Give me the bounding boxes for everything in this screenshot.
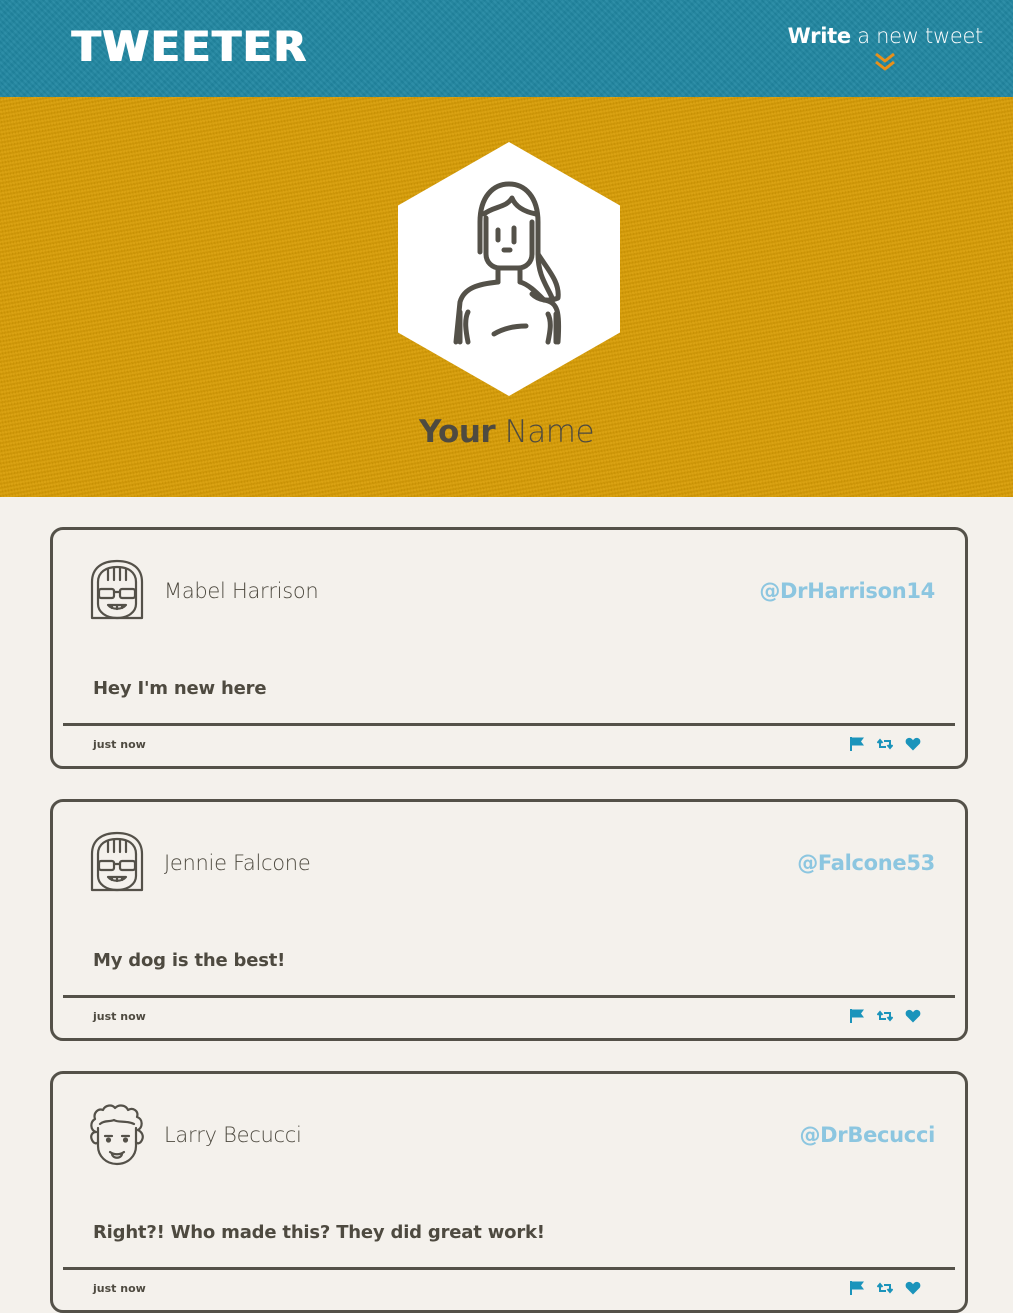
tweet-author-handle[interactable]: @DrBecucci (799, 1121, 935, 1149)
tweet-actions (849, 1009, 921, 1023)
tweet-author-name: Mabel Harrison (164, 579, 319, 603)
retweet-icon[interactable] (877, 1281, 893, 1295)
tweet-actions (849, 737, 921, 751)
tweet-author-name: Jennie Falcone (164, 851, 311, 875)
flag-icon[interactable] (849, 1281, 865, 1295)
retweet-icon[interactable] (877, 737, 893, 751)
girl-sunglasses-avatar-icon (86, 830, 148, 896)
app-logo[interactable]: TWEETER (72, 22, 308, 72)
tweet-author-handle[interactable]: @DrHarrison14 (759, 577, 935, 605)
new-tweet-label[interactable]: a new tweet (851, 24, 983, 48)
write-label[interactable]: Write (788, 24, 851, 48)
tweet-actions (849, 1281, 921, 1295)
profile-last-name: Name (495, 414, 595, 450)
write-new-tweet-button[interactable]: Write a new tweet (788, 22, 983, 72)
heart-icon[interactable] (905, 737, 921, 751)
double-chevron-down-icon[interactable] (874, 52, 896, 72)
tweet-timestamp: just now (93, 1010, 146, 1023)
profile-first-name: Your (418, 414, 496, 450)
heart-icon[interactable] (905, 1009, 921, 1023)
tweet-card: Mabel Harrison @DrHarrison14 Hey I'm new… (50, 527, 968, 769)
tweet-divider (63, 1267, 955, 1270)
tweet-author-handle[interactable]: @Falcone53 (797, 849, 935, 877)
flag-icon[interactable] (849, 737, 865, 751)
tweet-timestamp: just now (93, 738, 146, 751)
curly-hair-man-avatar-icon (86, 1102, 148, 1168)
tweet-content: Right?! Who made this? They did great wo… (93, 1222, 545, 1243)
tweet-author-name: Larry Becucci (164, 1123, 302, 1147)
tweet-content: My dog is the best! (93, 950, 286, 971)
profile-header: Your Name (0, 97, 1013, 497)
tweet-divider (63, 723, 955, 726)
top-nav: TWEETER Write a new tweet (0, 0, 1013, 97)
tweet-content: Hey I'm new here (93, 678, 267, 699)
retweet-icon[interactable] (877, 1009, 893, 1023)
woman-avatar-icon (398, 142, 620, 396)
profile-name: Your Name (0, 412, 1013, 452)
tweet-divider (63, 995, 955, 998)
write-new-tweet-label[interactable]: Write a new tweet (788, 22, 984, 50)
tweet-card: Larry Becucci @DrBecucci Right?! Who mad… (50, 1071, 968, 1313)
girl-sunglasses-avatar-icon (86, 558, 148, 624)
heart-icon[interactable] (905, 1281, 921, 1295)
flag-icon[interactable] (849, 1009, 865, 1023)
tweet-card: Jennie Falcone @Falcone53 My dog is the … (50, 799, 968, 1041)
